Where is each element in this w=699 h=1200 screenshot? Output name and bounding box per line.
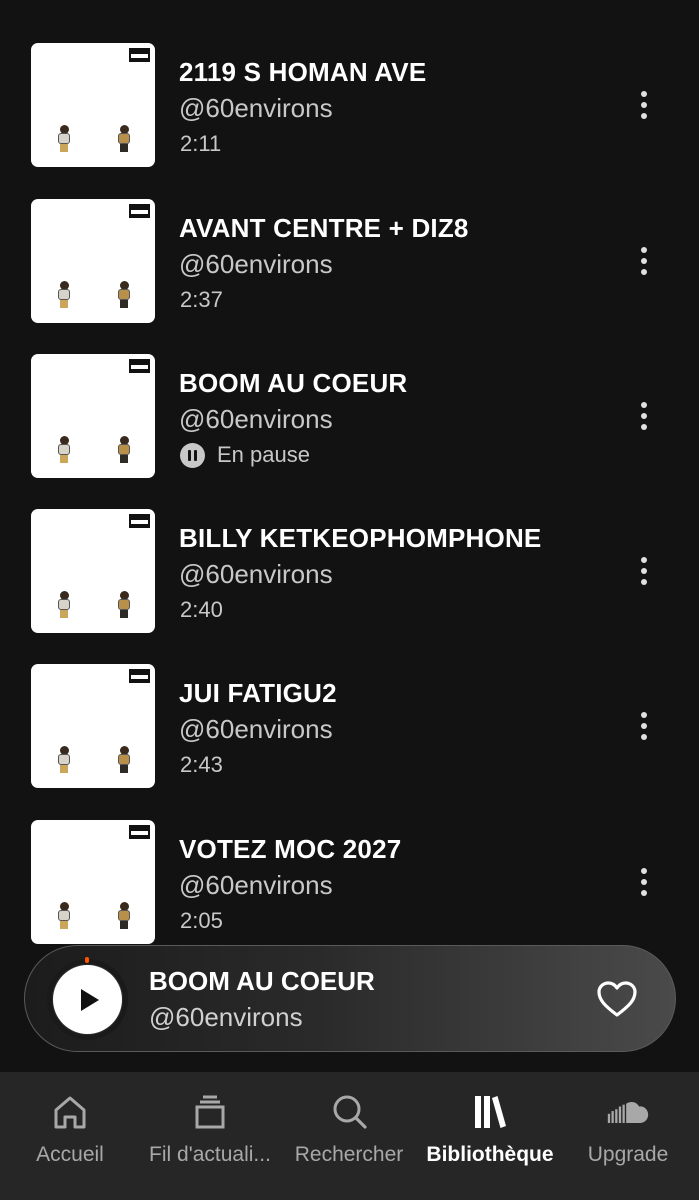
track-artist[interactable]: @60environs bbox=[179, 870, 333, 901]
mini-player[interactable]: BOOM AU COEUR @60environs bbox=[24, 945, 676, 1052]
track-row[interactable]: 2119 S HOMAN AVE @60environs 2:11 bbox=[0, 43, 699, 169]
like-button[interactable] bbox=[595, 979, 639, 1019]
track-duration: 2:05 bbox=[180, 908, 223, 933]
track-row[interactable]: JUI FATIGU2 @60environs 2:43 bbox=[0, 664, 699, 790]
character-figure-icon bbox=[117, 281, 131, 309]
more-options-button[interactable] bbox=[628, 239, 660, 283]
parental-advisory-icon bbox=[129, 359, 150, 373]
more-options-button[interactable] bbox=[628, 860, 660, 904]
character-figure-icon bbox=[57, 902, 71, 930]
track-title: AVANT CENTRE + DIZ8 bbox=[179, 213, 469, 243]
track-row[interactable]: BOOM AU COEUR @60environs En pause bbox=[0, 354, 699, 480]
more-options-button[interactable] bbox=[628, 549, 660, 593]
pause-status-icon bbox=[180, 442, 205, 468]
track-artwork bbox=[31, 43, 155, 167]
track-row[interactable]: BILLY KETKEOPHOMPHONE @60environs 2:40 bbox=[0, 509, 699, 635]
parental-advisory-icon bbox=[129, 669, 150, 683]
track-row[interactable]: AVANT CENTRE + DIZ8 @60environs 2:37 bbox=[0, 199, 699, 325]
soundcloud-icon bbox=[607, 1101, 649, 1123]
nav-label: Upgrade bbox=[587, 1143, 669, 1166]
nav-label: Rechercher bbox=[294, 1143, 404, 1166]
track-artwork bbox=[31, 664, 155, 788]
character-figure-icon bbox=[57, 436, 71, 464]
nav-item-upgrade[interactable]: Upgrade bbox=[578, 1072, 678, 1200]
track-title: VOTEZ MOC 2027 bbox=[179, 834, 402, 864]
track-artist[interactable]: @60environs bbox=[179, 93, 333, 124]
track-artist[interactable]: @60environs bbox=[179, 249, 333, 280]
nav-item-feed[interactable]: Fil d'actuali... bbox=[140, 1072, 280, 1200]
parental-advisory-icon bbox=[129, 825, 150, 839]
bottom-navigation: Accueil Fil d'actuali... Rechercher Bibl… bbox=[0, 1072, 699, 1200]
character-figure-icon bbox=[57, 746, 71, 774]
search-icon bbox=[333, 1095, 367, 1129]
track-artist[interactable]: @60environs bbox=[179, 714, 333, 745]
track-row[interactable]: VOTEZ MOC 2027 @60environs 2:05 bbox=[0, 820, 699, 946]
track-duration: 2:43 bbox=[180, 752, 223, 777]
paused-label: En pause bbox=[217, 442, 310, 467]
character-figure-icon bbox=[117, 746, 131, 774]
parental-advisory-icon bbox=[129, 204, 150, 218]
track-title: BOOM AU COEUR bbox=[179, 368, 408, 398]
track-artwork bbox=[31, 354, 155, 478]
feed-icon bbox=[195, 1095, 225, 1129]
character-figure-icon bbox=[117, 436, 131, 464]
now-playing-artist: @60environs bbox=[149, 1002, 303, 1032]
track-artwork bbox=[31, 199, 155, 323]
track-playback-status: En pause bbox=[180, 442, 310, 468]
parental-advisory-icon bbox=[129, 514, 150, 528]
track-artwork bbox=[31, 820, 155, 944]
character-figure-icon bbox=[57, 591, 71, 619]
track-artist[interactable]: @60environs bbox=[179, 404, 333, 435]
character-figure-icon bbox=[117, 125, 131, 153]
nav-item-accueil[interactable]: Accueil bbox=[14, 1072, 126, 1200]
app-root: 2119 S HOMAN AVE @60environs 2:11 AVANT … bbox=[0, 0, 699, 1200]
track-duration: 2:37 bbox=[180, 287, 223, 312]
more-options-button[interactable] bbox=[628, 83, 660, 127]
track-title: 2119 S HOMAN AVE bbox=[179, 57, 427, 87]
library-icon bbox=[475, 1096, 506, 1128]
now-playing-title: BOOM AU COEUR bbox=[149, 966, 375, 996]
heart-icon bbox=[597, 981, 637, 1017]
nav-item-library[interactable]: Bibliothèque bbox=[422, 1072, 558, 1200]
home-icon bbox=[54, 1096, 86, 1129]
track-title: BILLY KETKEOPHOMPHONE bbox=[179, 523, 542, 553]
track-title: JUI FATIGU2 bbox=[179, 678, 337, 708]
character-figure-icon bbox=[117, 902, 131, 930]
more-options-button[interactable] bbox=[628, 394, 660, 438]
play-button[interactable] bbox=[53, 965, 122, 1034]
character-figure-icon bbox=[117, 591, 131, 619]
nav-label: Bibliothèque bbox=[426, 1143, 554, 1166]
parental-advisory-icon bbox=[129, 48, 150, 62]
character-figure-icon bbox=[57, 281, 71, 309]
nav-item-search[interactable]: Rechercher bbox=[289, 1072, 409, 1200]
play-icon bbox=[81, 988, 99, 1011]
nav-label: Fil d'actuali... bbox=[149, 1143, 271, 1166]
nav-label: Accueil bbox=[36, 1143, 104, 1166]
track-duration: 2:11 bbox=[180, 131, 222, 156]
track-duration: 2:40 bbox=[180, 597, 223, 622]
track-artist[interactable]: @60environs bbox=[179, 559, 333, 590]
progress-indicator bbox=[85, 957, 89, 963]
more-options-button[interactable] bbox=[628, 704, 660, 748]
track-artwork bbox=[31, 509, 155, 633]
character-figure-icon bbox=[57, 125, 71, 153]
